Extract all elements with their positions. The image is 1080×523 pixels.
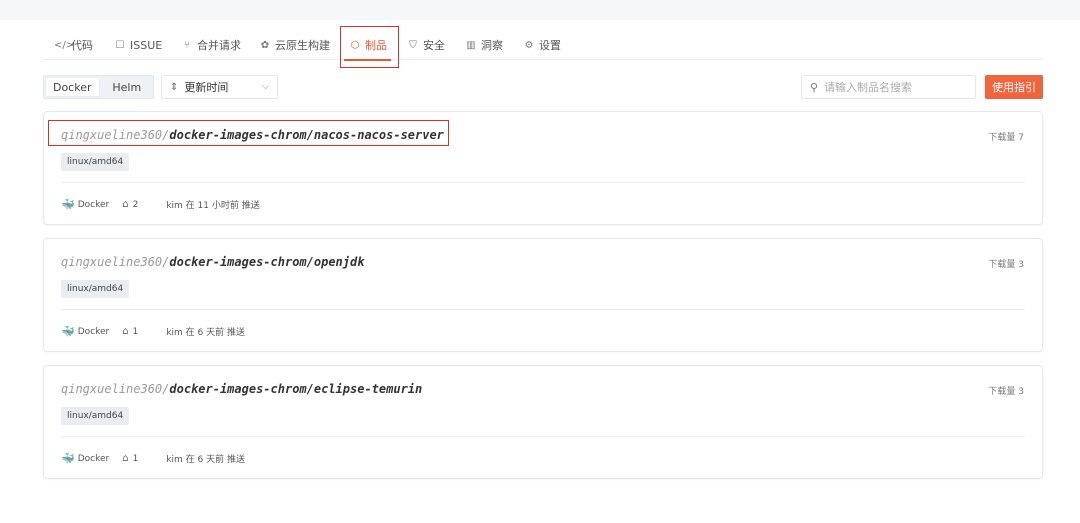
- card-divider: [61, 436, 1025, 437]
- package-type-toggle: Docker Helm: [43, 75, 154, 99]
- tab-label: 洞察: [481, 39, 503, 52]
- shield-icon: ⛉: [409, 39, 417, 51]
- top-strip: [0, 0, 1080, 20]
- docker-icon: 🐳: [61, 325, 75, 338]
- sort-icon: ⇕: [170, 81, 179, 93]
- download-count: 下载量 7: [988, 133, 1024, 143]
- download-count: 下载量 3: [988, 260, 1024, 270]
- tag-icon: ⌂: [122, 326, 129, 337]
- issue-icon: ☐: [115, 39, 125, 51]
- card-divider: [61, 309, 1025, 310]
- package-meta: 🐳 Docker ⌂ 2 kim 在 11 小时前 推送: [61, 198, 260, 211]
- docker-icon: 🐳: [61, 198, 75, 211]
- package-owner: qingxueline360/: [61, 382, 170, 396]
- package-repo: docker-images-chrom/openjdk: [169, 255, 365, 269]
- sort-select[interactable]: ⇕ 更新时间 ⌵: [161, 75, 278, 99]
- tab-label: 云原生构建: [275, 39, 330, 52]
- tab-merge-requests[interactable]: ⑂ 合并请求: [180, 30, 241, 60]
- search-box: ⚲: [801, 75, 976, 99]
- package-icon: ⬡: [350, 39, 360, 51]
- package-repo: docker-images-chrom/nacos-nacos-server: [169, 128, 444, 142]
- docker-type-button[interactable]: Docker: [46, 78, 99, 96]
- package-card[interactable]: qingxueline360/docker-images-chrom/eclip…: [43, 365, 1043, 479]
- search-icon: ⚲: [810, 80, 819, 94]
- docker-icon: 🐳: [61, 452, 75, 465]
- tag-icon: ⌂: [122, 453, 129, 464]
- tab-code[interactable]: </> 代码: [54, 30, 93, 60]
- repo-tabs: </> 代码 ☐ ISSUE ⑂ 合并请求 ✿ 云原生构建 ⬡ 制品 ⛉ 安全 …: [43, 30, 1043, 61]
- package-card[interactable]: qingxueline360/docker-images-chrom/openj…: [43, 238, 1043, 352]
- tab-packages[interactable]: ⬡ 制品: [344, 30, 391, 61]
- tag-icon: ⌂: [122, 199, 129, 210]
- package-owner: qingxueline360/: [61, 128, 170, 142]
- platform-tag: linux/amd64: [61, 407, 130, 425]
- card-divider: [61, 182, 1025, 183]
- usage-guide-button[interactable]: 使用指引: [985, 75, 1043, 99]
- tab-label: 制品: [365, 39, 387, 52]
- search-input[interactable]: [824, 80, 965, 94]
- package-owner: qingxueline360/: [61, 255, 170, 269]
- sort-label: 更新时间: [184, 81, 229, 94]
- package-type: Docker: [77, 453, 110, 464]
- package-name[interactable]: qingxueline360/docker-images-chrom/eclip…: [61, 382, 422, 396]
- tab-label: 代码: [71, 39, 93, 52]
- tab-settings[interactable]: ⚙ 设置: [522, 30, 561, 60]
- tab-label: 合并请求: [197, 39, 241, 52]
- platform-tag: linux/amd64: [61, 153, 130, 171]
- package-meta: 🐳 Docker ⌂ 1 kim 在 6 天前 推送: [61, 325, 245, 338]
- push-info: kim 在 6 天前 推送: [166, 328, 245, 338]
- package-name[interactable]: qingxueline360/docker-images-chrom/openj…: [61, 255, 364, 269]
- code-icon: </>: [54, 39, 75, 51]
- gear-icon: ⚙: [524, 39, 534, 51]
- tab-label: 安全: [423, 39, 445, 52]
- merge-icon: ⑂: [184, 39, 190, 51]
- helm-type-button[interactable]: Helm: [101, 76, 154, 98]
- tag-count: 2: [132, 199, 139, 210]
- tag-count: 1: [132, 453, 139, 464]
- insight-icon: ▥: [466, 39, 476, 51]
- push-info: kim 在 11 小时前 推送: [166, 201, 260, 211]
- tab-issue[interactable]: ☐ ISSUE: [113, 30, 163, 60]
- package-meta: 🐳 Docker ⌂ 1 kim 在 6 天前 推送: [61, 452, 245, 465]
- package-type: Docker: [77, 199, 110, 210]
- tab-label: 设置: [539, 39, 561, 52]
- platform-tag: linux/amd64: [61, 280, 130, 298]
- download-count: 下载量 3: [988, 387, 1024, 397]
- tab-label: ISSUE: [130, 38, 163, 52]
- tab-cloud-native-build[interactable]: ✿ 云原生构建: [258, 30, 330, 60]
- package-repo: docker-images-chrom/eclipse-temurin: [169, 382, 423, 396]
- tab-insights[interactable]: ▥ 洞察: [464, 30, 503, 60]
- package-type: Docker: [77, 326, 110, 337]
- package-card[interactable]: qingxueline360/docker-images-chrom/nacos…: [43, 111, 1043, 225]
- push-info: kim 在 6 天前 推送: [166, 455, 245, 465]
- cloud-native-icon: ✿: [260, 39, 270, 51]
- tab-security[interactable]: ⛉ 安全: [406, 30, 445, 60]
- tag-count: 1: [132, 326, 139, 337]
- chevron-down-icon: ⌵: [262, 82, 269, 92]
- package-name[interactable]: qingxueline360/docker-images-chrom/nacos…: [61, 128, 444, 142]
